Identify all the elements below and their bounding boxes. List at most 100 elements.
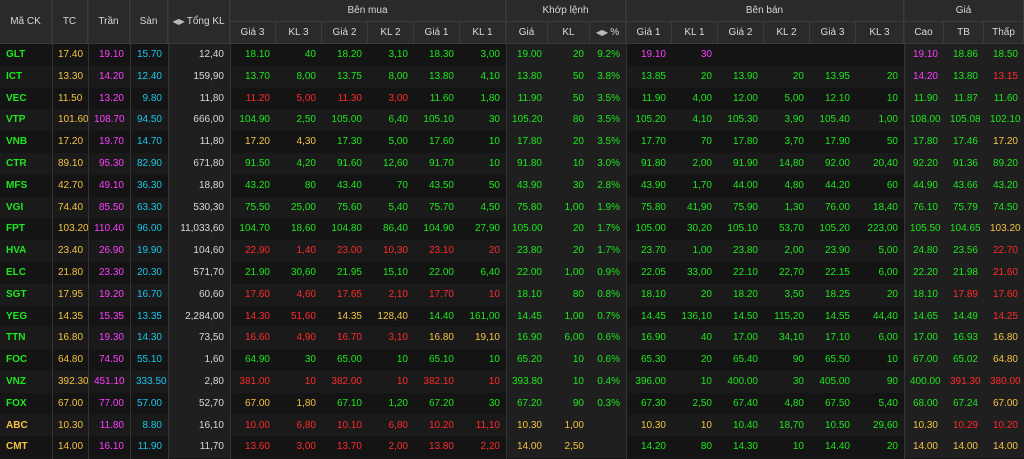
ask-v3-cell: 50 [886,136,898,148]
table-row[interactable]: SGT 17.95 19.20 16.70 60,60 17.60 4,60 17.65 2,1… [0,283,1024,306]
header-bid-p3[interactable]: Giá 3 [230,22,276,44]
bid-v3-cell: 51,60 [290,310,316,322]
ask-p1-cell: 105.00 [635,223,666,235]
table-row[interactable]: MFS 42.70 49.10 36.30 18,80 43.20 80 43.40 70 43.… [0,174,1024,197]
symbol-cell[interactable]: ICT [0,66,52,88]
header-floor[interactable]: Sàn [130,0,168,44]
match-pct-cell: 3.5% [590,87,626,110]
table-row[interactable]: FOX 67.00 77.00 57.00 52,70 67.00 1,80 67.10 1,2… [0,392,1024,415]
header-ask-p1[interactable]: Giá 1 [626,22,672,44]
header-ask-v1[interactable]: KL 1 [672,22,718,44]
sort-arrows-icon[interactable]: ◀▶ [596,28,608,37]
header-high[interactable]: Cao [904,22,944,44]
sort-icon[interactable]: ◀▶ [172,17,184,26]
symbol-cell[interactable]: VNZ [0,371,52,393]
header-ask-p3[interactable]: Giá 3 [810,22,856,44]
table-row[interactable]: FPT 103.20 110.40 96.00 11,033,60 104.70 18,60… [0,218,1024,241]
ask-v1-cell: 2,00 [692,158,712,169]
floor-price-cell: 16.70 [136,288,162,300]
low-cell: 11.60 [984,87,1024,110]
total-vol-cell: 666,00 [168,109,230,132]
symbol-cell[interactable]: FPT [0,218,52,240]
header-ask-v3[interactable]: KL 3 [856,22,904,44]
symbol-cell[interactable]: MFS [0,175,52,197]
header-ask-p2[interactable]: Giá 2 [718,22,764,44]
symbol-cell[interactable]: VGI [0,197,52,219]
header-total-vol[interactable]: ◀▶ Tổng KL [168,0,230,44]
header-match-pct[interactable]: ◀▶% [590,22,626,44]
symbol-cell[interactable]: VTP [0,109,52,131]
table-row[interactable]: VNB 17.20 19.70 14.70 11,80 17.20 4,30 17.30 5,0… [0,131,1024,154]
ref-price-cell: 17.40 [58,49,84,60]
ask-p2-cell: 14.50 [732,310,758,322]
ask-p3-cell: 67.50 [824,397,850,409]
symbol-cell[interactable]: CMT [0,436,52,458]
ceil-price-cell: 451.10 [94,376,125,387]
symbol-cell[interactable]: TTN [0,327,52,349]
symbol-cell[interactable]: FOC [0,349,52,371]
bid-v2-cell: 12,60 [382,158,408,169]
ask-v2-cell: 115,20 [774,310,804,322]
table-row[interactable]: TTN 16.80 19.30 14.30 73,50 16.60 4,90 16.70 3,1… [0,327,1024,350]
table-row[interactable]: CMT 14.00 16.10 11.90 11,70 13.60 3,00 13.70 2,0… [0,436,1024,459]
table-row[interactable]: CTR 89.10 95.30 82.90 671,80 91.50 4,20 91.60 12… [0,153,1024,175]
bid-p3-cell: 10.00 [244,419,270,431]
symbol-cell[interactable]: FOX [0,393,52,415]
bid-v3-cell: 2,50 [296,114,316,126]
ask-p3-cell: 13.95 [824,70,850,82]
header-match-vol[interactable]: KL [548,22,590,44]
header-avg[interactable]: TB [944,22,984,44]
header-bid-v3[interactable]: KL 3 [276,22,322,44]
symbol-cell[interactable]: YEG [0,306,52,328]
header-bid-v2[interactable]: KL 2 [368,22,414,44]
header-ask-v2[interactable]: KL 2 [764,22,810,44]
header-symbol[interactable]: Mã CK [0,0,52,44]
table-row[interactable]: YEG 14.35 15.35 13.35 2,284,00 14.30 51,60 14.3… [0,305,1024,328]
table-row[interactable]: ABC 10.30 11.80 8.80 16,10 10.00 6,80 10.10 6,80… [0,414,1024,437]
avg-cell: 91.36 [944,153,984,175]
header-match-price[interactable]: Giá [506,22,548,44]
table-row[interactable]: HVA 23.40 26.90 19.90 104,60 22.90 1,40 23.00 10… [0,240,1024,263]
bid-v1-cell: 1,80 [480,92,500,104]
ask-p1-cell: 91.80 [640,158,666,169]
high-cell: 17.00 [904,327,944,350]
table-row[interactable]: ICT 13.30 14.20 12.40 159,90 13.70 8,00 13.75 8,… [0,65,1024,88]
table-row[interactable]: VGI 74.40 85.50 63.30 530,30 75.50 25,00 75.60 5… [0,196,1024,219]
symbol-cell[interactable]: ELC [0,262,52,284]
symbol-cell[interactable]: ABC [0,415,52,437]
table-row[interactable]: VTP 101.60 108.70 94.50 666,00 104.90 2,50 105.… [0,109,1024,132]
header-bid-p2[interactable]: Giá 2 [322,22,368,44]
ask-p1-cell: 65.30 [640,354,666,366]
ask-p2-cell: 17.80 [732,136,758,148]
table-row[interactable]: VNZ 392.30 451.10 333.50 2,80 381.00 10 382.00 1… [0,371,1024,393]
symbol-cell[interactable]: VNB [0,131,52,153]
header-low[interactable]: Thấp [984,22,1024,44]
table-row[interactable]: FOC 64.80 74.50 55.10 1,60 64.90 30 65.00 10 65.1… [0,349,1024,372]
header-ref[interactable]: TC [52,0,88,44]
floor-price-cell: 9.80 [142,92,162,104]
high-cell: 44.90 [904,174,944,197]
symbol-cell[interactable]: SGT [0,284,52,306]
table-row[interactable]: VEC 11.50 13.20 9.80 11,80 11.20 5,00 11.30 3,00… [0,87,1024,110]
symbol-cell[interactable]: GLT [0,44,52,66]
bid-p2-cell: 91.60 [336,158,362,169]
table-row[interactable]: ELC 21.80 23.30 20.30 571,70 21.90 30,60 21.95 1… [0,262,1024,284]
symbol-cell[interactable]: VEC [0,88,52,110]
symbol-cell[interactable]: CTR [0,153,52,175]
header-bid-p1[interactable]: Giá 1 [414,22,460,44]
bid-v2-cell: 86,40 [382,223,408,235]
header-bid-v1[interactable]: KL 1 [460,22,506,44]
bid-p2-cell: 13.75 [336,70,362,82]
match-price-cell: 393.80 [506,371,548,393]
bid-p2-cell: 17.65 [336,288,362,300]
ask-p2-cell: 13.90 [732,70,758,82]
match-price-cell: 22.00 [506,262,548,284]
bid-p3-cell: 381.00 [239,376,270,387]
low-cell: 13.15 [984,65,1024,88]
bid-v2-cell: 10 [396,376,408,387]
header-ceil[interactable]: Trần [88,0,130,44]
symbol-cell[interactable]: HVA [0,240,52,262]
bid-v2-cell: 8,00 [388,70,408,82]
table-row[interactable]: GLT 17.40 19.10 15.70 12,40 18.10 40 18.20 3,10 1… [0,44,1024,66]
column-divider [626,0,627,459]
